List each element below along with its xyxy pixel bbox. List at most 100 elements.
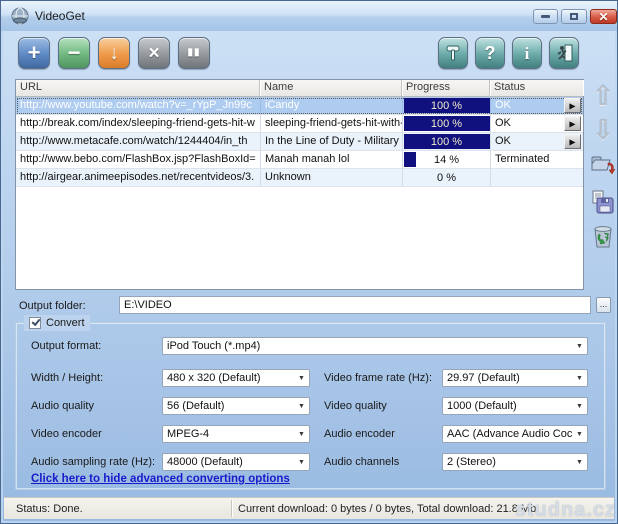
download-table: URL Name Progress Status http://www.yout… <box>15 79 584 290</box>
field-label-audio-channels: Audio channels <box>324 453 399 471</box>
audio-quality-select[interactable]: 56 (Default)▼ <box>162 397 310 415</box>
move-down-button[interactable]: ⇩ <box>589 115 617 145</box>
status-value: OK <box>495 135 511 147</box>
field-label-video-frame-rate-hz: Video frame rate (Hz): <box>324 369 432 387</box>
save-disk-icon <box>591 190 615 214</box>
column-header-status[interactable]: Status <box>490 80 583 96</box>
start-download-button[interactable]: ↓ <box>98 37 130 69</box>
convert-checkbox[interactable]: Convert <box>24 315 90 331</box>
arrow-up-icon: ⇧ <box>592 83 615 110</box>
load-list-button[interactable] <box>589 151 617 181</box>
chevron-down-icon: ▼ <box>572 343 587 350</box>
play-button[interactable]: ▶ <box>564 98 581 113</box>
video-encoder-select[interactable]: MPEG-4▼ <box>162 425 310 443</box>
column-header-name[interactable]: Name <box>260 80 402 96</box>
cancel-download-button[interactable]: × <box>138 37 170 69</box>
audio-sampling-rate-hz-select[interactable]: 48000 (Default)▼ <box>162 453 310 471</box>
exit-button[interactable] <box>549 37 579 69</box>
field-label-audio-sampling-rate-hz: Audio sampling rate (Hz): <box>31 453 155 471</box>
progress-label: 14 % <box>434 154 459 166</box>
table-body: http://www.youtube.com/watch?v=_rYpP_Jn9… <box>16 97 583 187</box>
selected-value: 2 (Stereo) <box>443 456 572 468</box>
field-label-width-height: Width / Height: <box>31 369 103 387</box>
cell-name: Unknown <box>260 169 402 186</box>
cell-progress: 100 % <box>402 133 490 150</box>
column-header-url[interactable]: URL <box>16 80 260 96</box>
selected-value: iPod Touch (*.mp4) <box>163 340 572 352</box>
status-value: OK <box>495 99 511 111</box>
audio-channels-select[interactable]: 2 (Stereo)▼ <box>442 453 588 471</box>
selected-value: 480 x 320 (Default) <box>163 372 294 384</box>
video-frame-rate-hz-select[interactable]: 29.97 (Default)▼ <box>442 369 588 387</box>
audio-encoder-select[interactable]: AAC (Advance Audio Coc▼ <box>442 425 588 443</box>
progress-label: 0 % <box>437 172 456 184</box>
x-icon: × <box>148 44 159 63</box>
play-icon: ▶ <box>565 120 580 128</box>
remove-url-button[interactable]: − <box>58 37 90 69</box>
add-url-button[interactable]: + <box>18 37 50 69</box>
maximize-button[interactable] <box>561 9 587 24</box>
column-header-progress[interactable]: Progress <box>402 80 490 96</box>
download-stats-text: Current download: 0 bytes / 0 bytes, Tot… <box>238 503 536 515</box>
app-globe-icon <box>11 7 29 25</box>
cell-name: Manah manah lol <box>260 151 402 168</box>
chevron-down-icon: ▼ <box>572 375 587 382</box>
field-label-audio-encoder: Audio encoder <box>324 425 395 443</box>
table-row[interactable]: http://www.bebo.com/FlashBox.jsp?FlashBo… <box>16 151 583 169</box>
width-height-select[interactable]: 480 x 320 (Default)▼ <box>162 369 310 387</box>
chevron-down-icon: ▼ <box>572 403 587 410</box>
close-icon: ✕ <box>598 11 608 23</box>
play-icon: ▶ <box>565 102 580 110</box>
close-button[interactable]: ✕ <box>590 9 617 24</box>
output-folder-input[interactable]: E:\VIDEO <box>119 296 591 314</box>
table-row[interactable]: http://airgear.animeepisodes.net/recentv… <box>16 169 583 187</box>
selected-value: 48000 (Default) <box>163 456 294 468</box>
selected-value: AAC (Advance Audio Coc <box>443 428 572 440</box>
titlebar: VideoGet ✕ <box>1 1 617 31</box>
field-label-video-encoder: Video encoder <box>31 425 102 443</box>
cell-url: http://break.com/index/sleeping-friend-g… <box>16 115 260 132</box>
browse-folder-button[interactable]: ... <box>596 297 611 313</box>
settings-button[interactable] <box>438 37 468 69</box>
move-up-button[interactable]: ⇧ <box>589 81 617 111</box>
arrow-down-icon: ⇩ <box>592 117 615 144</box>
cell-url: http://www.youtube.com/watch?v=_rYpP_Jn9… <box>16 97 260 114</box>
chevron-down-icon: ▼ <box>572 459 587 466</box>
maximize-icon <box>570 13 578 20</box>
videoget-window: VideoGet ✕ + − ↓ × ▮▮ ? i URL Name Progr… <box>0 0 618 524</box>
minimize-button[interactable] <box>533 9 558 24</box>
play-button[interactable]: ▶ <box>564 116 581 131</box>
progress-bar <box>404 152 416 167</box>
status-value: Terminated <box>495 153 549 165</box>
advanced-options-link[interactable]: Click here to hide advanced converting o… <box>31 473 290 485</box>
cell-status: Terminated <box>490 151 583 168</box>
video-quality-select[interactable]: 1000 (Default)▼ <box>442 397 588 415</box>
hammer-icon <box>444 44 462 62</box>
selected-value: 29.97 (Default) <box>443 372 572 384</box>
pause-icon: ▮▮ <box>187 48 200 58</box>
play-button[interactable]: ▶ <box>564 134 581 149</box>
cell-progress: 14 % <box>402 151 490 168</box>
pause-download-button[interactable]: ▮▮ <box>178 37 210 69</box>
play-icon: ▶ <box>565 138 580 146</box>
cell-progress: 100 % <box>402 97 490 114</box>
table-row[interactable]: http://www.youtube.com/watch?v=_rYpP_Jn9… <box>16 97 583 115</box>
minus-icon: − <box>68 42 81 64</box>
exit-runner-icon <box>555 44 573 62</box>
cell-status: OK ▶ <box>490 133 583 150</box>
progress-label: 100 % <box>431 136 462 148</box>
table-row[interactable]: http://www.metacafe.com/watch/1244404/in… <box>16 133 583 151</box>
field-label-audio-quality: Audio quality <box>31 397 94 415</box>
help-button[interactable]: ? <box>475 37 505 69</box>
output-format-select[interactable]: iPod Touch (*.mp4)▼ <box>162 337 588 355</box>
table-row[interactable]: http://break.com/index/sleeping-friend-g… <box>16 115 583 133</box>
selected-value: 1000 (Default) <box>443 400 572 412</box>
cell-name: iCandy <box>260 97 402 114</box>
cell-status: OK▶ <box>490 115 583 132</box>
about-button[interactable]: i <box>512 37 542 69</box>
checkbox-checked-icon <box>29 317 41 329</box>
clear-list-button[interactable] <box>589 221 617 251</box>
save-list-button[interactable] <box>589 187 617 217</box>
window-title: VideoGet <box>35 9 85 23</box>
cell-url: http://www.metacafe.com/watch/1244404/in… <box>16 133 260 150</box>
